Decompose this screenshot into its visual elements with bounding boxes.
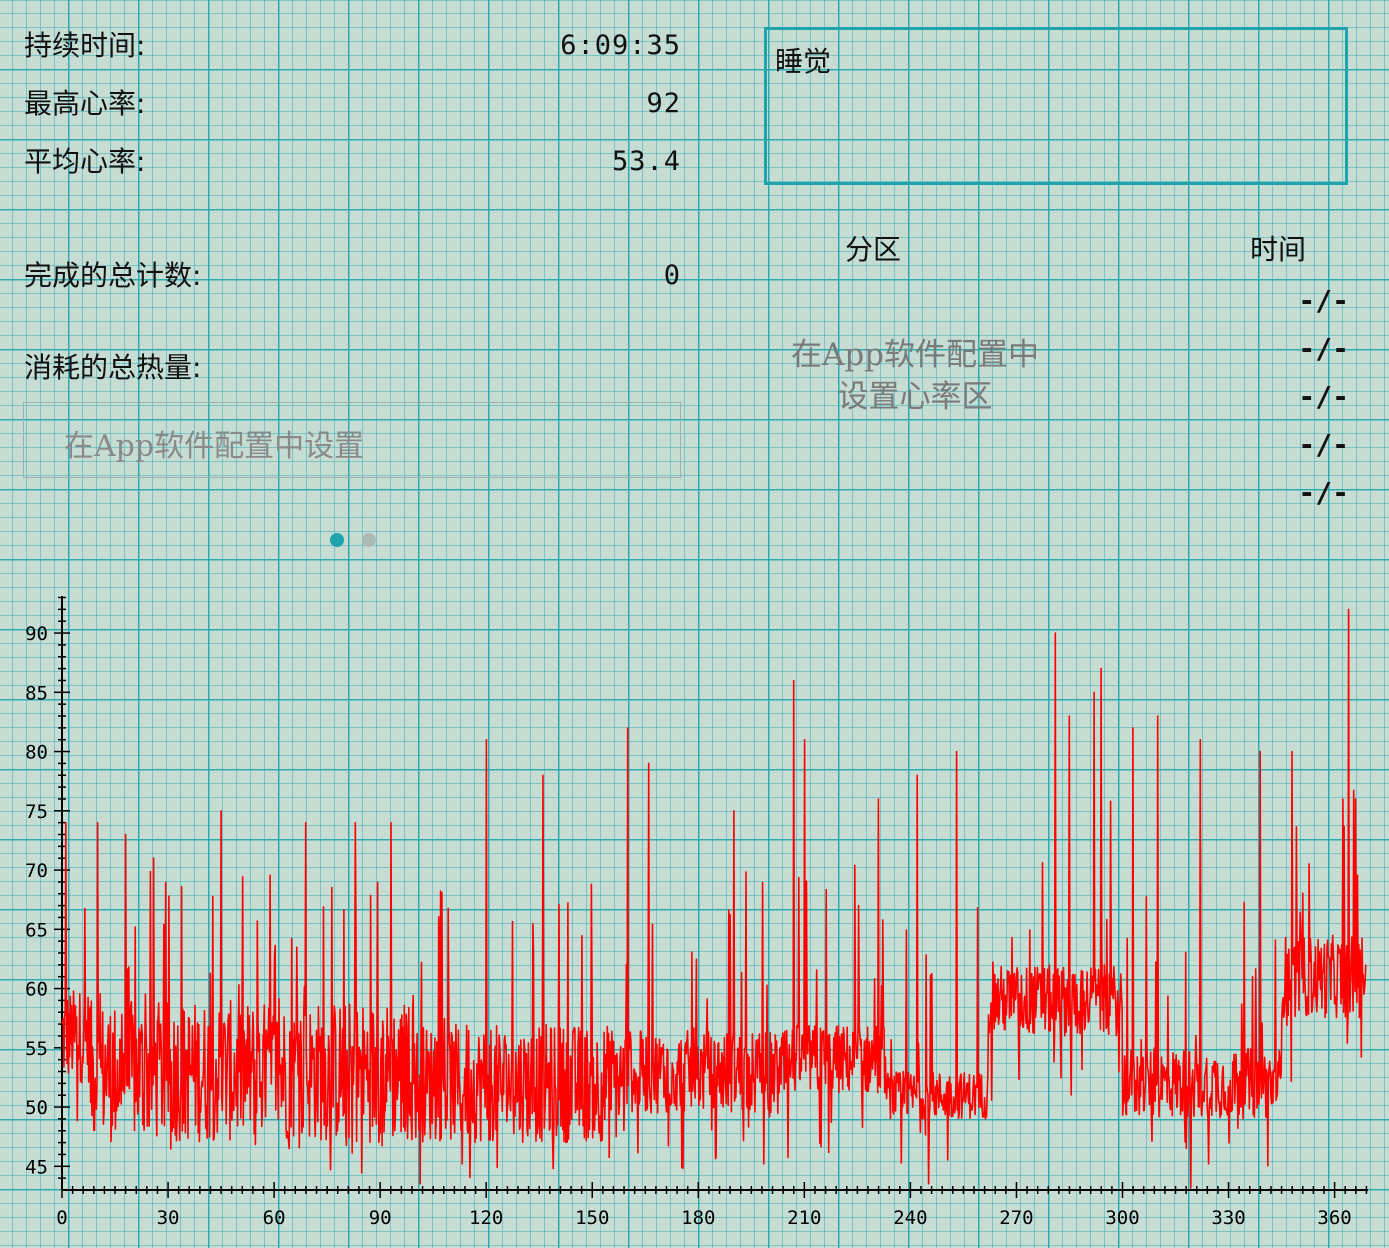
x-tick-label: 240 bbox=[893, 1207, 927, 1229]
x-tick-label: 150 bbox=[575, 1207, 609, 1229]
y-tick-label: 85 bbox=[25, 682, 48, 704]
x-tick-label: 60 bbox=[263, 1207, 286, 1229]
chart-axes: 45 50 55 60 65 70 75 80 85 90 0 30 60 90 120 150 180 210 2… bbox=[25, 596, 1368, 1229]
y-tick-label: 65 bbox=[25, 919, 48, 941]
x-tick-label: 210 bbox=[787, 1207, 821, 1229]
x-tick-label: 30 bbox=[157, 1207, 180, 1229]
x-tick-label: 330 bbox=[1211, 1207, 1245, 1229]
x-tick-label: 0 bbox=[56, 1207, 67, 1229]
x-tick-label: 180 bbox=[681, 1207, 715, 1229]
x-tick-label: 90 bbox=[369, 1207, 392, 1229]
y-tick-label: 80 bbox=[25, 742, 48, 764]
y-tick-label: 50 bbox=[25, 1097, 48, 1119]
heart-rate-series-line bbox=[61, 608, 1367, 1189]
x-tick-label: 360 bbox=[1317, 1207, 1351, 1229]
y-tick-label: 60 bbox=[25, 979, 48, 1001]
y-tick-label: 55 bbox=[25, 1038, 48, 1060]
x-tick-label: 120 bbox=[469, 1207, 503, 1229]
y-tick-label: 75 bbox=[25, 801, 48, 823]
y-tick-label: 45 bbox=[25, 1156, 48, 1178]
heart-rate-chart: 45 50 55 60 65 70 75 80 85 90 0 30 60 90 120 150 180 210 2… bbox=[25, 596, 1368, 1229]
x-tick-label: 300 bbox=[1105, 1207, 1139, 1229]
y-tick-label: 90 bbox=[25, 623, 48, 645]
x-tick-label: 270 bbox=[999, 1207, 1033, 1229]
y-tick-label: 70 bbox=[25, 860, 48, 882]
